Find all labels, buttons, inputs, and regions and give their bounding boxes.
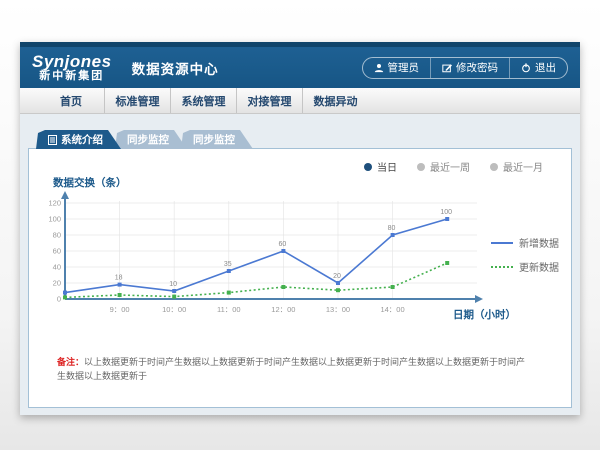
user-icon: [374, 63, 384, 73]
legend-label: 新增数据: [519, 235, 559, 250]
note-label: 备注：: [57, 357, 84, 367]
tab-system-intro[interactable]: 系统介绍: [36, 130, 121, 149]
legend-item-updated-data: 更新数据: [491, 259, 559, 274]
radio-selected-icon: [364, 163, 372, 171]
svg-text:11：00: 11：00: [217, 305, 241, 314]
admin-user-button[interactable]: 管理员: [363, 58, 431, 78]
logo-brand: Synjones: [32, 53, 112, 71]
time-filter-group: 当日 最近一周 最近一月: [364, 159, 543, 174]
filter-label: 最近一周: [430, 159, 470, 174]
nav-item-data-change[interactable]: 数据异动: [302, 88, 368, 113]
tab-strip: 系统介绍 同步监控 同步监控: [36, 130, 247, 149]
legend-label: 更新数据: [519, 259, 559, 274]
svg-text:20: 20: [333, 273, 341, 280]
svg-text:18: 18: [115, 275, 123, 282]
svg-text:0: 0: [57, 295, 61, 304]
app-window: Synjones 新中新集团 数据资源中心 管理员 修改密码 退出 首页 标准管…: [20, 42, 580, 415]
note-text: 以上数据更新于时间产生数据以上数据更新于时间产生数据以上数据更新于时间产生数据以…: [57, 357, 525, 381]
svg-text:12：00: 12：00: [271, 305, 295, 314]
svg-text:10: 10: [169, 281, 177, 288]
tab-label: 同步监控: [193, 132, 235, 147]
filter-last-week[interactable]: 最近一周: [417, 159, 470, 174]
tab-label: 同步监控: [127, 132, 169, 147]
svg-text:80: 80: [388, 225, 396, 232]
nav-item-system-mgmt[interactable]: 系统管理: [170, 88, 236, 113]
logout-button[interactable]: 退出: [509, 58, 567, 78]
svg-text:9：00: 9：00: [110, 305, 130, 314]
solid-line-swatch: [491, 242, 513, 244]
change-password-button[interactable]: 修改密码: [430, 58, 509, 78]
svg-text:60: 60: [278, 241, 286, 248]
tab-sync-monitor-1[interactable]: 同步监控: [115, 130, 187, 149]
x-axis-title: 日期（小时）: [453, 307, 516, 322]
content-area: 系统介绍 同步监控 同步监控 当日 最近一周: [20, 119, 580, 415]
chart-legend: 新增数据 更新数据: [491, 235, 559, 283]
change-password-label: 修改密码: [456, 60, 498, 75]
radio-icon: [490, 163, 498, 171]
filter-label: 最近一月: [503, 159, 543, 174]
filter-today[interactable]: 当日: [364, 159, 397, 174]
svg-text:100: 100: [440, 209, 452, 216]
nav-item-home[interactable]: 首页: [38, 88, 104, 113]
tab-sync-monitor-2[interactable]: 同步监控: [181, 130, 253, 149]
svg-text:120: 120: [48, 199, 61, 208]
nav-item-standard-mgmt[interactable]: 标准管理: [104, 88, 170, 113]
svg-text:14：00: 14：00: [380, 305, 404, 314]
power-icon: [521, 63, 531, 73]
main-nav: 首页 标准管理 系统管理 对接管理 数据异动: [20, 88, 580, 114]
chart-panel: 当日 最近一周 最近一月 数据交换（条） 0204060801001209：00…: [28, 148, 572, 408]
svg-text:10：00: 10：00: [162, 305, 186, 314]
tab-label: 系统介绍: [61, 132, 103, 147]
filter-last-month[interactable]: 最近一月: [490, 159, 543, 174]
nav-item-interface-mgmt[interactable]: 对接管理: [236, 88, 302, 113]
svg-text:60: 60: [53, 247, 61, 256]
document-icon: [48, 135, 57, 145]
edit-icon: [442, 63, 452, 73]
legend-item-new-data: 新增数据: [491, 235, 559, 250]
svg-text:20: 20: [53, 279, 61, 288]
radio-icon: [417, 163, 425, 171]
svg-text:13：00: 13：00: [326, 305, 350, 314]
logo-company: 新中新集团: [32, 71, 112, 83]
user-menu: 管理员 修改密码 退出: [362, 57, 569, 79]
page-title: 数据资源中心: [132, 58, 219, 78]
line-chart: 0 20 40 60 80 100 120 9：00 10：00 11：00 12：00 13：00 1…: [35, 187, 485, 327]
svg-text:35: 35: [224, 261, 232, 268]
svg-text:80: 80: [53, 231, 61, 240]
top-bar: Synjones 新中新集团 数据资源中心 管理员 修改密码 退出: [20, 42, 580, 88]
filter-label: 当日: [377, 159, 397, 174]
logout-label: 退出: [535, 60, 556, 75]
footer-note: 备注：以上数据更新于时间产生数据以上数据更新于时间产生数据以上数据更新于时间产生…: [57, 355, 533, 384]
synjones-logo: Synjones 新中新集团: [32, 53, 112, 82]
admin-user-label: 管理员: [388, 60, 420, 75]
dotted-line-swatch: [491, 266, 513, 268]
svg-text:40: 40: [53, 263, 61, 272]
svg-text:100: 100: [48, 215, 61, 224]
